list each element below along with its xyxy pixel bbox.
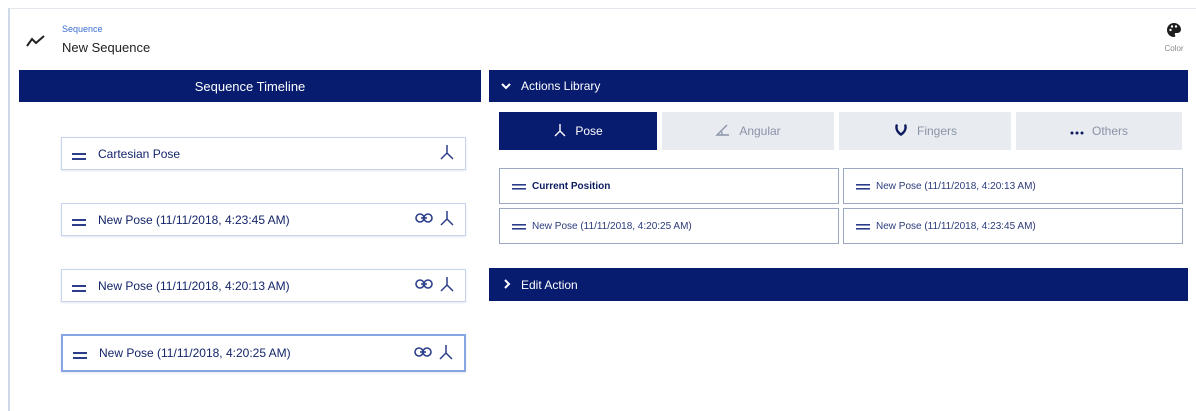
chevron-down-icon (501, 79, 511, 93)
drag-handle-icon[interactable] (856, 182, 870, 190)
palette-icon (1154, 22, 1194, 38)
drag-handle-icon[interactable] (512, 222, 526, 230)
drag-handle-icon[interactable] (73, 349, 87, 359)
tab-others[interactable]: Others (1016, 112, 1182, 150)
actions-library-header[interactable]: Actions Library (489, 70, 1188, 102)
actions-library-title: Actions Library (521, 79, 601, 93)
pose-list-item-label: New Pose (11/11/2018, 4:23:45 AM) (876, 220, 1036, 232)
drag-handle-icon[interactable] (856, 222, 870, 230)
pose-list-item[interactable]: New Pose (11/11/2018, 4:20:25 AM) (499, 208, 839, 244)
cartesian-axes-icon (439, 144, 455, 163)
drag-handle-icon[interactable] (72, 282, 86, 292)
angle-icon (715, 123, 739, 140)
cartesian-axes-icon (439, 210, 455, 229)
pose-list-item[interactable]: Current Position (499, 168, 839, 204)
link-icon[interactable] (415, 278, 433, 293)
pose-icon (553, 123, 575, 140)
drag-handle-icon[interactable] (512, 182, 526, 190)
pose-list-item-label: Current Position (532, 180, 611, 192)
edit-action-title: Edit Action (521, 277, 578, 292)
timeline-item-label: New Pose (11/11/2018, 4:20:13 AM) (98, 278, 290, 293)
timeline-item-label: New Pose (11/11/2018, 4:23:45 AM) (98, 212, 290, 227)
tab-label: Others (1091, 124, 1128, 138)
link-icon[interactable] (415, 212, 433, 227)
pose-list-item[interactable]: New Pose (11/11/2018, 4:23:45 AM) (843, 208, 1183, 244)
timeline-item[interactable]: Cartesian Pose (61, 137, 466, 170)
timeline-item-label: New Pose (11/11/2018, 4:20:25 AM) (99, 346, 291, 360)
sequence-caption: Sequence (62, 24, 103, 34)
tab-label: Angular (739, 124, 781, 138)
sequence-header: Sequence New Sequence Color (18, 18, 1188, 68)
drag-handle-icon[interactable] (72, 150, 86, 160)
tab-fingers[interactable]: Fingers (839, 112, 1011, 150)
timeline-item-label: Cartesian Pose (98, 146, 181, 161)
drag-handle-icon[interactable] (72, 216, 86, 226)
pose-list-item-label: New Pose (11/11/2018, 4:20:13 AM) (876, 180, 1036, 192)
tab-pose[interactable]: Pose (499, 112, 657, 150)
cartesian-axes-icon (438, 344, 454, 363)
tab-label: Pose (575, 124, 603, 138)
edit-action-header[interactable]: Edit Action (489, 268, 1188, 301)
link-icon[interactable] (414, 346, 432, 361)
timeline-item[interactable]: New Pose (11/11/2018, 4:23:45 AM) (61, 203, 466, 236)
more-icon (1070, 124, 1092, 138)
timeline-header: Sequence Timeline (19, 70, 481, 102)
sequence-name[interactable]: New Sequence (62, 40, 150, 55)
pose-list-item[interactable]: New Pose (11/11/2018, 4:20:13 AM) (843, 168, 1183, 204)
tab-label: Fingers (916, 124, 957, 138)
timeline-item-selected[interactable]: New Pose (11/11/2018, 4:20:25 AM) (61, 334, 466, 372)
timeline-item[interactable]: New Pose (11/11/2018, 4:20:13 AM) (61, 269, 466, 302)
trend-line-icon (26, 34, 46, 48)
color-label: Color (1164, 44, 1184, 53)
cartesian-axes-icon (439, 276, 455, 295)
color-button[interactable]: Color (1154, 22, 1194, 66)
pose-list-item-label: New Pose (11/11/2018, 4:20:25 AM) (532, 220, 692, 232)
gripper-icon (893, 122, 917, 141)
chevron-right-icon (503, 278, 511, 292)
tab-angular[interactable]: Angular (662, 112, 834, 150)
